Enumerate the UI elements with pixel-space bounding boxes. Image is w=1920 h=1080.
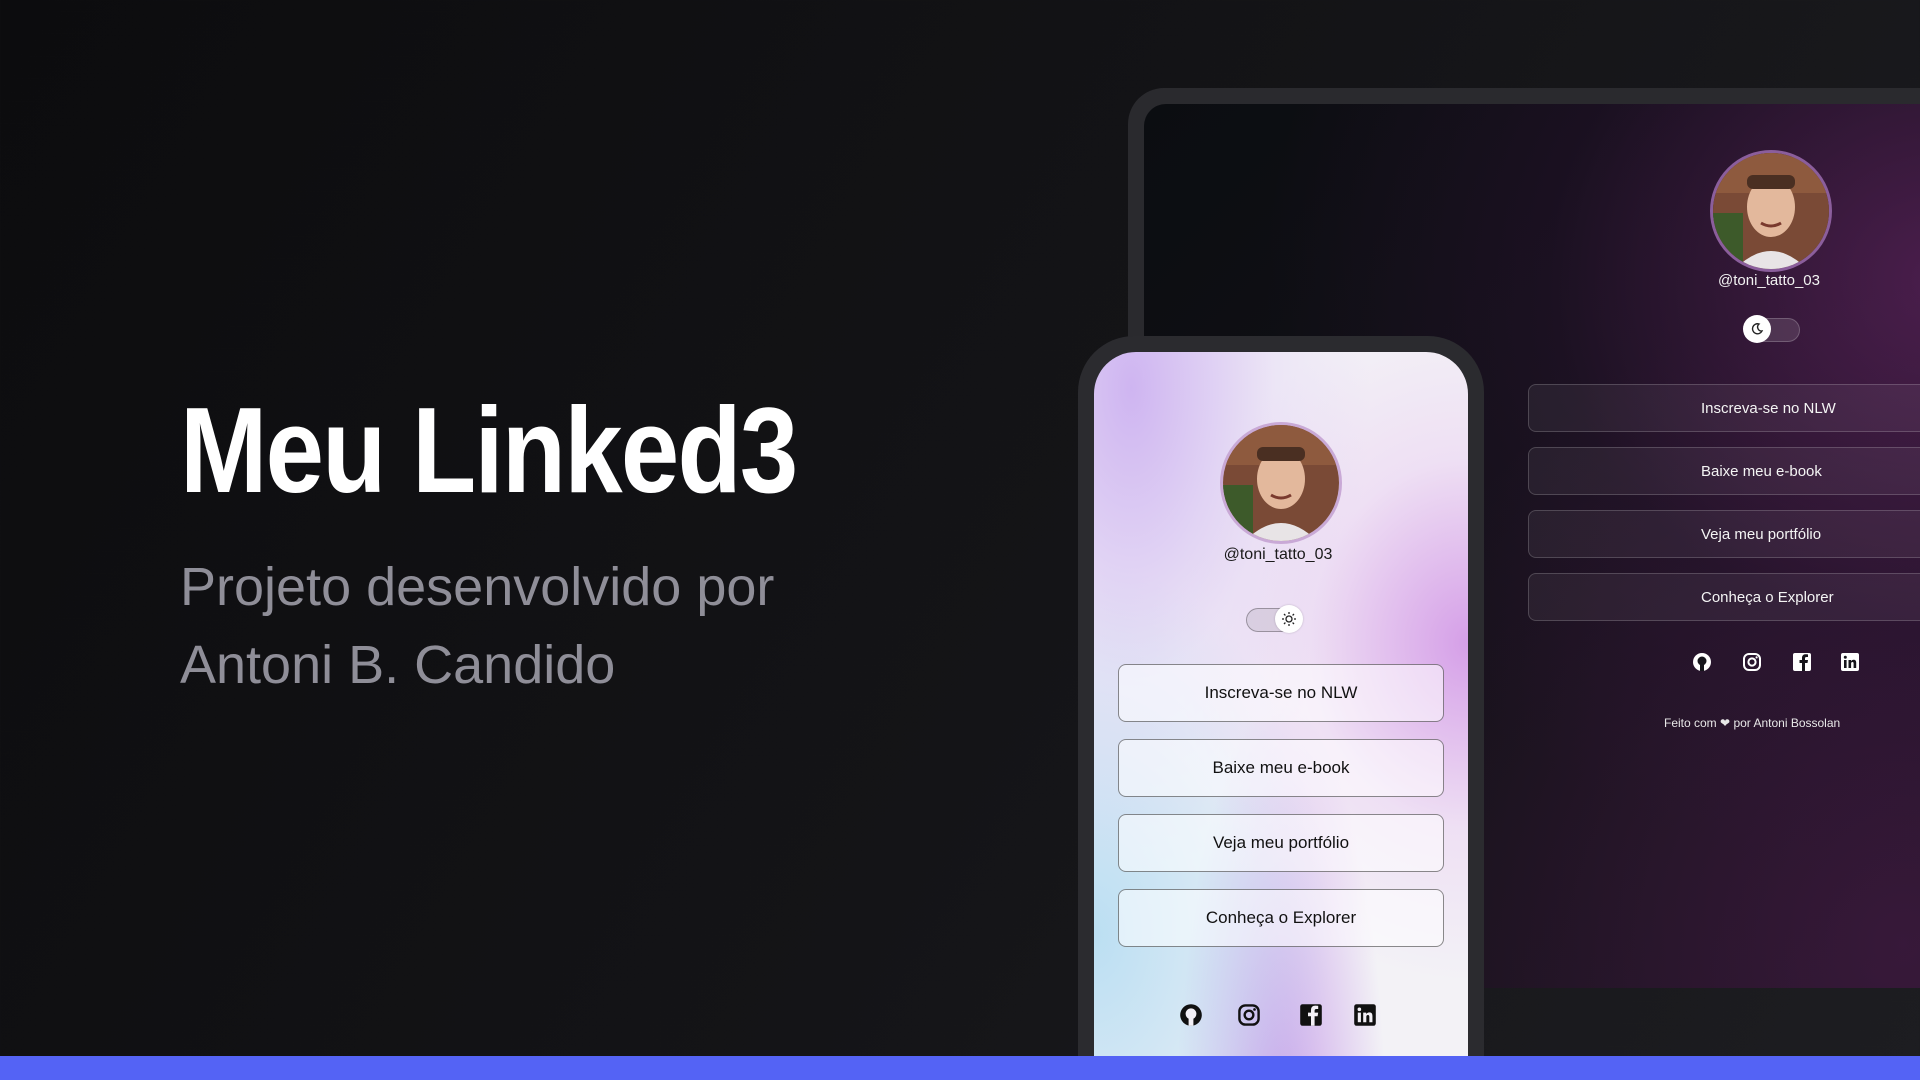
mobile-mockup: @toni_tatto_03 Inscreva-se no NLW Baixe …	[1078, 336, 1484, 1080]
github-icon[interactable]	[1690, 650, 1714, 674]
instagram-icon[interactable]	[1740, 650, 1764, 674]
link-button-explorer[interactable]: Conheça o Explorer	[1528, 573, 1920, 621]
avatar	[1220, 422, 1342, 544]
facebook-icon[interactable]	[1790, 650, 1814, 674]
mobile-screen: @toni_tatto_03 Inscreva-se no NLW Baixe …	[1094, 352, 1468, 1080]
accent-bar	[0, 1056, 1920, 1080]
link-button-ebook[interactable]: Baixe meu e-book	[1528, 447, 1920, 495]
link-button-nlw[interactable]: Inscreva-se no NLW	[1118, 664, 1444, 722]
link-button-portfolio[interactable]: Veja meu portfólio	[1118, 814, 1444, 872]
footer-suffix: por Antoni Bossolan	[1733, 716, 1841, 730]
footer-credit: Feito com ❤ por Antoni Bossolan	[1664, 716, 1840, 730]
hero-section: Meu Linked3 Projeto desenvolvido por Ant…	[180, 380, 897, 704]
theme-toggle[interactable]	[1743, 315, 1800, 343]
linkedin-icon[interactable]	[1352, 1002, 1378, 1028]
link-button-portfolio[interactable]: Veja meu portfólio	[1528, 510, 1920, 558]
footer-prefix: Feito com	[1664, 716, 1717, 730]
moon-icon	[1743, 315, 1771, 343]
instagram-icon[interactable]	[1236, 1002, 1262, 1028]
sun-icon	[1275, 605, 1303, 633]
page-title: Meu Linked3	[180, 382, 798, 518]
page-subtitle: Projeto desenvolvido por Antoni B. Candi…	[180, 557, 775, 695]
linkedin-icon[interactable]	[1838, 650, 1862, 674]
link-button-nlw[interactable]: Inscreva-se no NLW	[1528, 384, 1920, 432]
avatar	[1710, 150, 1832, 272]
github-icon[interactable]	[1178, 1002, 1204, 1028]
link-button-ebook[interactable]: Baixe meu e-book	[1118, 739, 1444, 797]
heart-icon: ❤	[1720, 716, 1731, 730]
profile-handle: @toni_tatto_03	[1718, 272, 1820, 289]
profile-handle: @toni_tatto_03	[1223, 546, 1333, 563]
theme-toggle[interactable]	[1246, 605, 1303, 633]
facebook-icon[interactable]	[1298, 1002, 1324, 1028]
link-button-explorer[interactable]: Conheça o Explorer	[1118, 889, 1444, 947]
